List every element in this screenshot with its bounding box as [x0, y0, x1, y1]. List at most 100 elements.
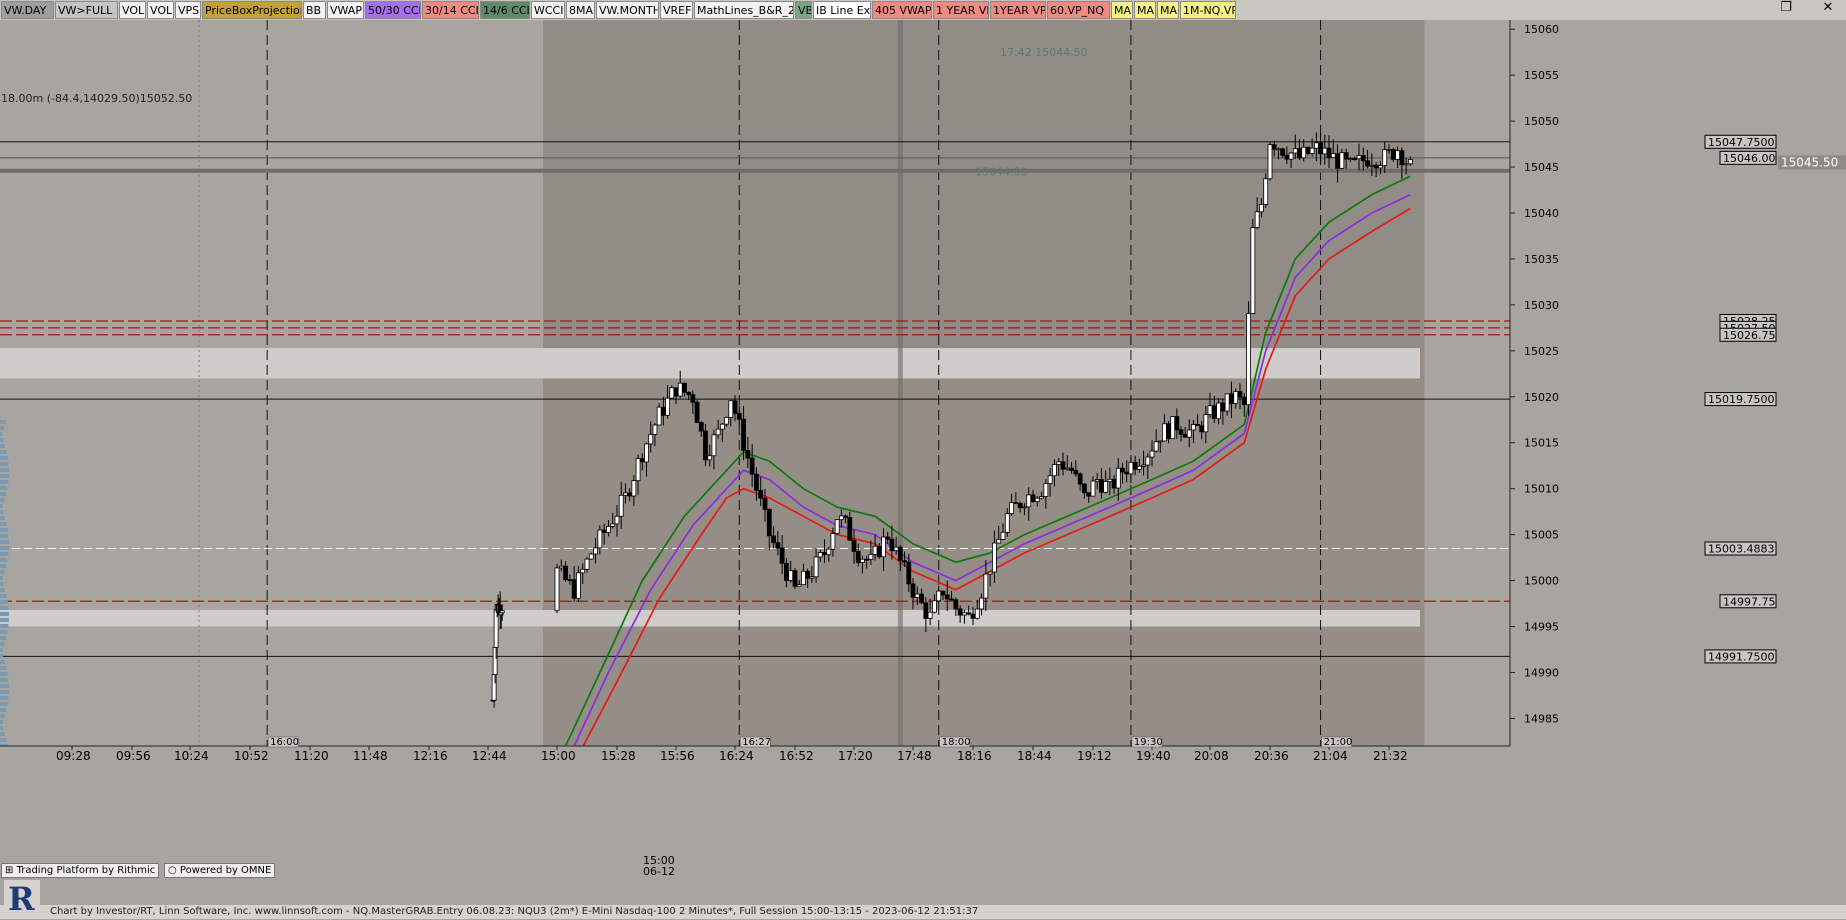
candle-body: [1360, 155, 1366, 162]
time-marker-text: 16:27: [742, 737, 771, 748]
candle-body: [779, 547, 785, 564]
time-axis-label: 09:28: [56, 749, 91, 763]
candle-body: [1039, 496, 1044, 499]
candle-body: [1386, 149, 1392, 151]
volume-profile-bar: [0, 672, 8, 676]
candle-body: [1301, 146, 1307, 159]
candle-body: [719, 423, 725, 430]
volume-profile-bar: [0, 738, 7, 742]
candle-body: [758, 489, 764, 499]
candle-body: [1004, 513, 1010, 533]
candle-body: [601, 529, 607, 533]
time-axis-label: 15:28: [601, 749, 636, 763]
time-axis-label: 17:20: [838, 749, 873, 763]
candle-body: [623, 492, 628, 496]
candle-body: [1382, 149, 1388, 166]
candle-body: [868, 553, 874, 560]
candle-body: [677, 382, 683, 397]
candle-body: [1103, 481, 1109, 493]
time-axis-label: 15:00: [541, 749, 576, 763]
volume-profile-bar: [0, 450, 7, 454]
price-axis-area: [1510, 20, 1846, 746]
rithmic-icon: ⊞: [5, 865, 14, 876]
volume-profile-bar: [0, 504, 3, 508]
r-logo-icon: R: [4, 880, 40, 918]
candle-body: [736, 412, 742, 420]
candle-body: [1233, 391, 1239, 404]
volume-profile-bar: [0, 654, 4, 658]
candle-body: [1399, 150, 1405, 166]
time-axis-label: 17:48: [897, 749, 932, 763]
price-axis-label: 15025: [1524, 345, 1559, 358]
volume-profile-bar: [0, 732, 5, 736]
candle-body: [1174, 416, 1180, 431]
candle-body: [805, 570, 811, 579]
volume-profile-bar: [0, 486, 8, 490]
cursor-price-annotation: 15044.50: [975, 166, 1028, 179]
price-axis-label: 15045: [1524, 161, 1559, 174]
candle-body: [1017, 502, 1023, 509]
volume-profile-bar: [0, 528, 8, 532]
candle-body: [784, 562, 789, 581]
candle-body: [1330, 153, 1336, 159]
volume-profile-bar: [0, 420, 6, 424]
price-axis-label: 14990: [1524, 666, 1559, 679]
level-label-text: 15026.75: [1723, 329, 1776, 342]
candle-body: [851, 539, 857, 552]
candle-body: [1157, 440, 1163, 443]
candle-body: [711, 434, 717, 457]
candle-body: [796, 584, 802, 587]
candle-body: [1241, 396, 1247, 406]
candle-body: [1060, 461, 1066, 470]
volume-profile-bar: [0, 522, 7, 526]
candle-body: [1124, 471, 1130, 475]
candle-body: [703, 430, 708, 461]
candle-body: [1030, 494, 1036, 502]
candle-body: [698, 422, 704, 432]
candle-body: [1056, 461, 1062, 465]
candle-body: [1313, 142, 1319, 149]
candle-body: [949, 598, 954, 601]
candle-body: [1339, 152, 1345, 169]
candle-body: [876, 545, 882, 558]
time-axis-label: 20:08: [1194, 749, 1229, 763]
price-axis-label: 15035: [1524, 253, 1559, 266]
price-chart[interactable]: 14985 14990 14995 15000 15005 15010 15015 15020…: [0, 0, 1846, 919]
candle-body: [1000, 531, 1006, 540]
candle-body: [1408, 159, 1413, 165]
candle-body: [762, 497, 768, 510]
candle-body: [1403, 163, 1409, 166]
candle-body: [1166, 423, 1171, 440]
time-axis-label: 11:20: [294, 749, 329, 763]
candle-body: [834, 519, 840, 534]
candle-body: [707, 455, 713, 461]
candle-body: [775, 542, 781, 549]
candle-body: [1047, 475, 1053, 484]
candle-body: [686, 391, 692, 396]
level-label-text: 15003.4883: [1708, 543, 1774, 556]
candle-body: [499, 610, 505, 614]
candle-body: [606, 526, 611, 533]
candle-body: [1348, 158, 1353, 160]
volume-profile-bar: [0, 438, 4, 442]
volume-profile-bar: [0, 564, 7, 568]
candle-body: [673, 387, 679, 397]
candle-body: [979, 597, 984, 610]
level-label-text: 15046.00: [1723, 152, 1776, 165]
time-axis-label: 09:56: [116, 749, 151, 763]
candle-body: [830, 533, 836, 550]
volume-profile-bar: [0, 534, 9, 538]
candle-body: [1369, 164, 1375, 167]
time-axis-label: 18:44: [1017, 749, 1052, 763]
volume-profile-bar: [0, 606, 9, 610]
time-axis-label: 12:44: [472, 749, 507, 763]
candle-body: [953, 599, 959, 610]
candle-body: [1186, 429, 1192, 438]
candle-body: [957, 608, 963, 616]
candle-body: [893, 546, 899, 552]
candle-body: [1326, 147, 1332, 159]
candle-body: [843, 515, 848, 518]
candle-body: [1352, 158, 1358, 160]
candle-body: [1263, 178, 1269, 205]
candle-body: [1250, 227, 1256, 315]
